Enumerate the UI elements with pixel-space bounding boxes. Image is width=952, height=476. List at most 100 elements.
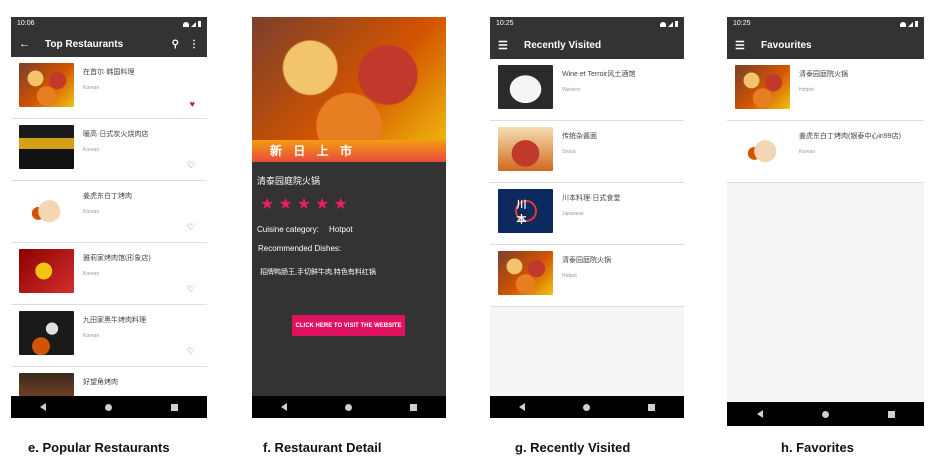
status-icons bbox=[660, 21, 678, 27]
heart-outline-icon[interactable]: ♡ bbox=[187, 284, 195, 295]
restaurant-name: 川本料理·日式食堂 bbox=[562, 195, 621, 202]
restaurant-name: 暖高·日式炭火烧肉店 bbox=[83, 131, 149, 138]
detail-panel: 清泰园庭院火锅 ★ ★ ★ ★ ★ Cuisine category: Hotp… bbox=[252, 162, 446, 392]
rating-stars: ★ ★ ★ ★ ★ bbox=[260, 194, 348, 214]
heart-outline-icon[interactable]: ♡ bbox=[187, 222, 195, 233]
nav-back-icon[interactable] bbox=[519, 403, 525, 411]
restaurant-logo: 川本 bbox=[498, 189, 553, 233]
nav-home-icon[interactable] bbox=[821, 410, 829, 418]
restaurant-thumbnail bbox=[19, 187, 74, 231]
restaurant-category: Korean bbox=[83, 271, 100, 277]
restaurant-name: 雅莉家烤肉馆(形象店) bbox=[83, 255, 151, 262]
list-item[interactable]: 清泰园庭院火锅 Hotpot bbox=[727, 59, 924, 121]
restaurant-name: 九田家黑牛烤肉料理 bbox=[83, 317, 146, 324]
caption-recently-visited: g. Recently Visited bbox=[515, 440, 631, 455]
restaurant-thumbnail bbox=[735, 65, 790, 109]
nav-home-icon[interactable] bbox=[104, 403, 112, 411]
restaurant-category: Snack bbox=[562, 149, 576, 155]
restaurant-category: Hotpot bbox=[799, 87, 814, 93]
page-title: Top Restaurants bbox=[45, 38, 124, 50]
star-icon: ★ bbox=[333, 196, 348, 213]
screen-recently-visited: 10:25 ☰ Recently Visited Wine et Terroir… bbox=[490, 17, 684, 418]
star-icon: ★ bbox=[278, 196, 293, 213]
app-bar: ☰ Recently Visited bbox=[490, 31, 684, 59]
status-time: 10:25 bbox=[496, 20, 514, 27]
caption-popular-restaurants: e. Popular Restaurants bbox=[28, 440, 170, 455]
restaurant-name: 姜虎东白丁烤肉(银泰中心in99店) bbox=[799, 133, 901, 140]
logo-mark: 川本 bbox=[514, 200, 537, 226]
status-time: 10:06 bbox=[17, 20, 35, 27]
menu-icon[interactable]: ☰ bbox=[498, 39, 516, 52]
screen-restaurant-detail: 新 日 上 市 清泰园庭院火锅 ★ ★ ★ ★ ★ Cuisine catego… bbox=[252, 17, 446, 418]
restaurant-thumbnail bbox=[19, 63, 74, 107]
star-icon: ★ bbox=[315, 196, 330, 213]
list-item[interactable]: 在首尔·韩国料理 Korean ♥ bbox=[11, 57, 207, 119]
menu-icon[interactable]: ☰ bbox=[735, 39, 753, 52]
heart-outline-icon[interactable]: ♡ bbox=[187, 346, 195, 357]
list-item[interactable]: 川本 川本料理·日式食堂 Japanese bbox=[490, 183, 684, 245]
list-item[interactable]: 姜虎东白丁烤肉(银泰中心in99店) Korean bbox=[727, 121, 924, 183]
status-icons bbox=[900, 21, 918, 27]
restaurant-category: Korean bbox=[83, 333, 100, 339]
heart-outline-icon[interactable]: ♡ bbox=[187, 160, 195, 171]
heart-icon[interactable]: ♥ bbox=[190, 99, 195, 109]
star-icon: ★ bbox=[260, 196, 275, 213]
nav-recents-icon[interactable] bbox=[410, 403, 417, 411]
app-bar: ← Top Restaurants ⚲ ⋮ bbox=[11, 31, 207, 57]
status-bar: 10:25 bbox=[727, 17, 924, 31]
nav-back-icon[interactable] bbox=[756, 410, 763, 418]
restaurant-thumbnail bbox=[19, 249, 74, 293]
visit-website-button[interactable]: CLICK HERE TO VISIT THE WEBSITE bbox=[292, 315, 405, 336]
restaurant-category: Korean bbox=[83, 85, 100, 91]
app-bar: ☰ Favourites bbox=[727, 31, 924, 59]
status-icons bbox=[183, 21, 201, 27]
nav-back-icon[interactable] bbox=[40, 403, 47, 411]
restaurant-category: Korean bbox=[799, 149, 816, 155]
nav-recents-icon[interactable] bbox=[887, 410, 895, 418]
nav-home-icon[interactable] bbox=[345, 403, 352, 411]
restaurant-thumbnail bbox=[498, 65, 553, 109]
system-nav-bar bbox=[11, 396, 207, 418]
star-icon: ★ bbox=[296, 196, 312, 213]
status-bar: 10:06 bbox=[11, 17, 207, 31]
status-time: 10:25 bbox=[733, 20, 751, 27]
more-vert-icon[interactable]: ⋮ bbox=[189, 39, 199, 50]
restaurant-thumbnail bbox=[19, 311, 74, 355]
list-item[interactable]: 清泰园庭院火锅 Hotpot bbox=[490, 245, 684, 307]
restaurant-category: Japanese bbox=[562, 211, 584, 217]
list-item[interactable]: 暖高·日式炭火烧肉店 Korean ♡ bbox=[11, 119, 207, 181]
nav-home-icon[interactable] bbox=[583, 403, 590, 411]
list-item[interactable]: 九田家黑牛烤肉料理 Korean ♡ bbox=[11, 305, 207, 367]
nav-back-icon[interactable] bbox=[281, 403, 287, 411]
list-item[interactable]: 传统杂酱面 Snack bbox=[490, 121, 684, 183]
screen-popular-restaurants: 10:06 ← Top Restaurants ⚲ ⋮ 在首尔·韩国料理 Kor… bbox=[11, 17, 207, 418]
search-icon[interactable]: ⚲ bbox=[172, 39, 179, 50]
restaurant-category: Western bbox=[562, 87, 581, 93]
restaurant-name: 姜虎东白丁烤肉 bbox=[83, 193, 132, 200]
nav-recents-icon[interactable] bbox=[648, 403, 655, 411]
page-title: Favourites bbox=[761, 39, 812, 51]
page-title: Recently Visited bbox=[524, 39, 602, 51]
restaurant-name: 清泰园庭院火锅 bbox=[799, 71, 848, 78]
restaurant-name: 好望角烤肉 bbox=[83, 379, 118, 386]
screen-favorites: 10:25 ☰ Favourites 清泰园庭院火锅 Hotpot 姜虎东白丁烤… bbox=[727, 17, 924, 426]
restaurant-name: 清泰园庭院火锅 bbox=[562, 257, 611, 264]
caption-restaurant-detail: f. Restaurant Detail bbox=[263, 440, 382, 455]
restaurant-thumbnail bbox=[498, 251, 553, 295]
restaurant-category: Korean bbox=[83, 147, 100, 153]
nav-recents-icon[interactable] bbox=[170, 403, 178, 411]
cuisine-label: Cuisine category: bbox=[257, 225, 319, 234]
system-nav-bar bbox=[490, 396, 684, 418]
system-nav-bar bbox=[252, 396, 446, 418]
list-item[interactable]: 雅莉家烤肉馆(形象店) Korean ♡ bbox=[11, 243, 207, 305]
recommended-dishes: 招牌鸭肠王,手切鲜牛肉,特色有料红锅 bbox=[260, 269, 376, 276]
restaurant-name: 清泰园庭院火锅 bbox=[257, 176, 321, 186]
restaurant-thumbnail bbox=[498, 127, 553, 171]
restaurant-hero-image: 新 日 上 市 bbox=[252, 17, 446, 162]
restaurant-thumbnail bbox=[19, 125, 74, 169]
list-item[interactable]: Wine et Terroir风土酒馆 Western bbox=[490, 59, 684, 121]
arrow-left-icon[interactable]: ← bbox=[19, 38, 37, 50]
list-item[interactable]: 姜虎东白丁烤肉 Korean ♡ bbox=[11, 181, 207, 243]
status-bar: 10:25 bbox=[490, 17, 684, 31]
restaurant-category: Hotpot bbox=[562, 273, 577, 279]
